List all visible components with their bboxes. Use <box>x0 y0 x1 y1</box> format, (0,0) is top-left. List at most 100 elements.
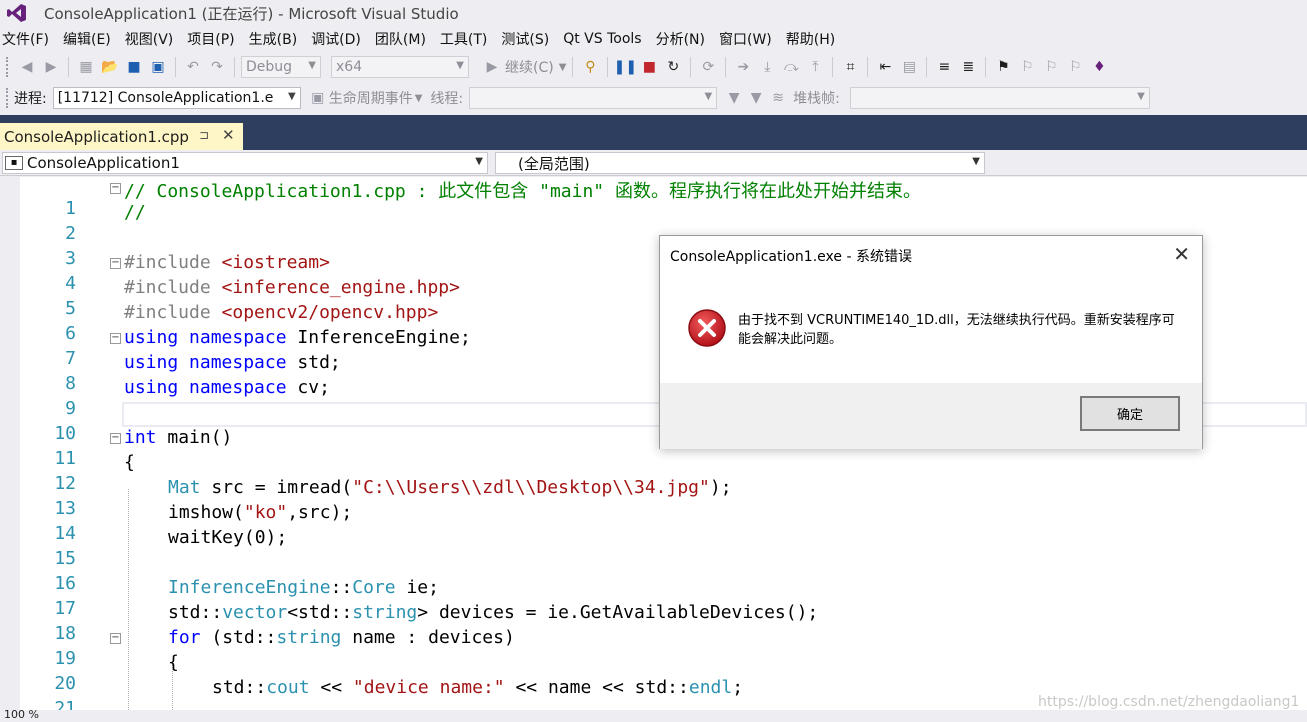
step-into-icon[interactable]: ⤓ <box>756 56 778 78</box>
break-all-pause-icon[interactable]: ❚❚ <box>614 56 637 78</box>
tab-label: ConsoleApplication1.cpp <box>4 127 189 146</box>
chevron-down-icon: ▼ <box>456 60 464 71</box>
menu-analyze[interactable]: 分析(N) <box>653 29 716 49</box>
redo-icon[interactable]: ↷ <box>206 56 228 78</box>
chevron-down-icon[interactable]: ▼ <box>559 62 567 73</box>
code-line: 1 − // ConsoleApplication1.cpp : 此文件包含 "… <box>0 177 1307 219</box>
thread-label: 线程: <box>430 91 464 107</box>
toolbar-separator <box>690 57 692 77</box>
process-select[interactable]: [11712] ConsoleApplication1.e ▼ <box>52 87 301 109</box>
toolbar-grip[interactable] <box>6 88 10 108</box>
flag-threads-icon[interactable]: ≋ <box>767 87 789 109</box>
scope-select[interactable]: (全局范围) ▼ <box>495 152 985 174</box>
close-icon[interactable]: ✕ <box>1173 242 1190 266</box>
collapse-icon[interactable]: − <box>110 258 121 269</box>
feedback-icon[interactable]: ♦ <box>1088 56 1110 78</box>
code-text: #include <inference_engine.hpp> <box>124 277 460 298</box>
chevron-down-icon[interactable]: ▼ <box>415 93 423 104</box>
threads-icon[interactable]: ⇤ <box>874 56 896 78</box>
process-label: 进程: <box>14 91 47 107</box>
menu-project[interactable]: 项目(P) <box>184 29 245 49</box>
new-project-icon[interactable]: ▦ <box>75 56 97 78</box>
collapse-icon[interactable]: − <box>110 183 121 194</box>
code-text: // <box>124 202 146 223</box>
restart-icon[interactable]: ↻ <box>662 56 684 78</box>
menu-tools[interactable]: 工具(T) <box>437 29 498 49</box>
code-text: #include <iostream> <box>124 252 330 273</box>
menu-team[interactable]: 团队(M) <box>372 29 437 49</box>
project-select[interactable]: ▪ ConsoleApplication1 ▼ <box>2 152 488 174</box>
open-file-icon[interactable]: 📂 <box>99 56 121 78</box>
hex-display-icon[interactable]: ⌗ <box>839 56 861 78</box>
apply-code-changes-icon[interactable]: ⟳ <box>697 56 719 78</box>
save-icon[interactable]: ■ <box>123 56 145 78</box>
editor-status-strip: 100 % <box>0 708 1307 722</box>
lifecycle-events-icon[interactable]: ▣ <box>307 87 329 109</box>
menu-debug[interactable]: 调试(D) <box>308 29 372 49</box>
toolbar-grip[interactable] <box>6 57 10 77</box>
collapse-icon[interactable]: − <box>110 633 121 644</box>
project-value: ConsoleApplication1 <box>27 154 180 172</box>
chevron-down-icon: ▼ <box>475 156 483 167</box>
uncomment-icon[interactable]: ≣ <box>957 56 979 78</box>
menu-build[interactable]: 生成(B) <box>246 29 309 49</box>
thread-select[interactable]: ▼ <box>469 87 718 109</box>
continue-play-icon[interactable]: ▶ <box>481 56 503 78</box>
window-title: ConsoleApplication1 (正在运行) - Microsoft V… <box>44 4 459 23</box>
stack-frame-select[interactable]: ▼ <box>849 87 1150 109</box>
code-text: { <box>124 452 135 473</box>
pin-icon[interactable]: ⊐ <box>199 128 209 142</box>
zoom-level[interactable]: 100 % <box>4 708 39 721</box>
code-line: 18 std::vector<std::string> devices = ie… <box>0 602 1307 644</box>
watermark-text: https://blog.csdn.net/zhengdaoliang1 <box>1038 694 1300 710</box>
previous-bookmark-icon[interactable]: ⚐ <box>1016 56 1038 78</box>
chevron-down-icon: ▼ <box>972 156 980 167</box>
toolbar-separator <box>926 57 928 77</box>
stop-debugging-icon[interactable]: ■ <box>638 56 660 78</box>
lifecycle-events-button[interactable]: 生命周期事件 <box>329 88 413 108</box>
back-icon[interactable]: ◀ <box>16 56 38 78</box>
dialog-message: 由于找不到 VCRUNTIME140_1D.dll，无法继续执行代码。重新安装程… <box>738 313 1175 347</box>
attach-icon[interactable]: ⚲ <box>579 56 601 78</box>
code-text: using namespace cv; <box>124 377 330 398</box>
error-icon <box>687 308 727 348</box>
clear-bookmarks-icon[interactable]: ⚐ <box>1064 56 1086 78</box>
menu-bar: 文件(F) 编辑(E) 视图(V) 项目(P) 生成(B) 调试(D) 团队(M… <box>0 26 1307 52</box>
filter-icon[interactable]: ▼ <box>723 87 745 109</box>
chevron-down-icon: ▼ <box>1137 91 1145 102</box>
menu-window[interactable]: 窗口(W) <box>716 29 783 49</box>
ok-button[interactable]: 确定 <box>1080 396 1180 431</box>
toolbar-separator <box>867 57 869 77</box>
menu-test[interactable]: 测试(S) <box>498 29 560 49</box>
code-line: 13 Mat src = imread("C:\\Users\\zdl\\Des… <box>0 477 1307 519</box>
menu-view[interactable]: 视图(V) <box>122 29 185 49</box>
bookmark-icon[interactable]: ⚑ <box>992 56 1014 78</box>
show-next-statement-icon[interactable]: ➔ <box>732 56 754 78</box>
collapse-icon[interactable]: − <box>110 333 121 344</box>
tab-consoleapplication1-cpp[interactable]: ConsoleApplication1.cpp ⊐ ✕ <box>0 123 243 150</box>
stack-frame-icon[interactable]: ▤ <box>898 56 920 78</box>
save-all-icon[interactable]: ▣ <box>147 56 169 78</box>
menu-help[interactable]: 帮助(H) <box>783 29 846 49</box>
code-text: // ConsoleApplication1.cpp : 此文件包含 "main… <box>124 181 921 202</box>
document-tab-strip: ConsoleApplication1.cpp ⊐ ✕ <box>0 115 1307 150</box>
code-text: InferenceEngine::Core ie; <box>168 577 439 598</box>
solution-configuration-select[interactable]: Debug ▼ <box>241 56 321 78</box>
filter-all-icon[interactable]: ▼ <box>745 87 767 109</box>
step-out-icon[interactable]: ⤒ <box>804 56 826 78</box>
collapse-icon[interactable]: − <box>110 433 121 444</box>
continue-button[interactable]: 继续(C) <box>505 57 554 77</box>
comment-icon[interactable]: ≡ <box>933 56 955 78</box>
undo-icon[interactable]: ↶ <box>182 56 204 78</box>
solution-platform-select[interactable]: x64 ▼ <box>331 56 469 78</box>
menu-qt-vs-tools[interactable]: Qt VS Tools <box>560 31 652 47</box>
close-icon[interactable]: ✕ <box>222 126 235 144</box>
menu-file[interactable]: 文件(F) <box>0 29 60 49</box>
code-text: std::cout << "device name:" << name << s… <box>212 677 744 698</box>
toolbar-separator <box>68 57 69 77</box>
step-over-icon[interactable]: ⤼ <box>780 56 802 78</box>
forward-icon[interactable]: ▶ <box>40 56 62 78</box>
next-bookmark-icon[interactable]: ⚐ <box>1040 56 1062 78</box>
toolbar-separator <box>572 57 574 77</box>
menu-edit[interactable]: 编辑(E) <box>60 29 122 49</box>
